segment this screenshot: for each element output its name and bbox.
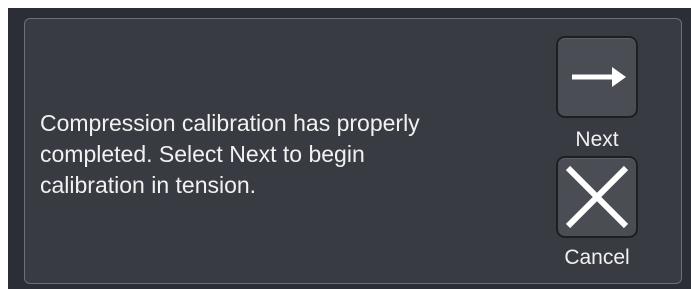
arrow-right-icon	[572, 67, 626, 87]
next-button-label[interactable]: Next	[547, 128, 647, 152]
close-icon	[565, 165, 629, 229]
next-button[interactable]	[556, 36, 638, 118]
dialog-message: Compression calibration has properly com…	[40, 110, 420, 198]
cancel-button[interactable]	[556, 156, 638, 238]
cancel-button-label[interactable]: Cancel	[547, 246, 647, 270]
